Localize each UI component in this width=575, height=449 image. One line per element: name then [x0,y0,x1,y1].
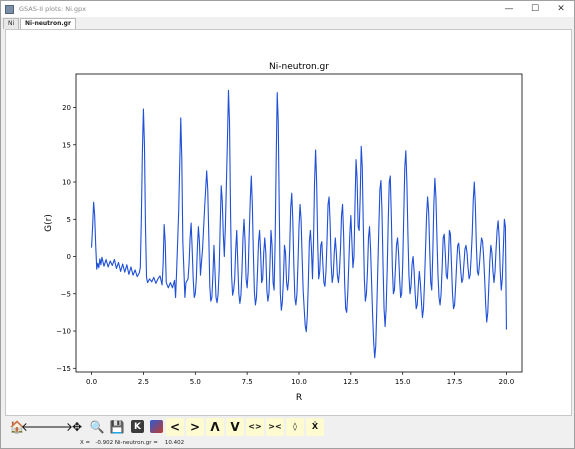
tab-ni-neutron-gr[interactable]: Ni-neutron.gr [20,18,76,29]
expand-x-icon[interactable]: <> [246,417,264,436]
tab-bar: Ni Ni-neutron.gr [1,17,574,29]
close-button[interactable]: ✕ [548,1,574,17]
contract-x-icon[interactable]: >< [266,417,284,436]
contract-y-icon[interactable]: X̂ [306,417,324,436]
window-controls: — ☐ ✕ [496,1,574,17]
x-axis-label: R [296,393,302,403]
shift-up-icon[interactable]: Λ [206,417,224,436]
y-tick-label: 15 [62,141,71,149]
shift-down-icon[interactable]: V [226,417,244,436]
status-bar: X = -0.902 Ni-neutron.gr = 10.402 [80,440,185,446]
title-bar: GSAS-II plots: Ni.gpx — ☐ ✕ [1,1,574,17]
gr-line-chart[interactable]: Ni-neutron.gr R G(r) 0.0 2.5 5.0 7.5 10.0 12.5 15… [6,30,571,415]
y-tick-label: 5 [67,216,71,224]
y-tick-label: 20 [62,104,71,112]
shift-right-icon[interactable]: > [186,417,204,436]
y-tick-label: 0 [67,253,71,261]
expand-y-icon[interactable]: ◊ [286,417,304,436]
x-tick-label: 15.0 [395,378,411,386]
image-icon[interactable] [150,420,163,433]
x-tick-label: 7.5 [242,378,253,386]
x-tick-label: 20.0 [499,378,515,386]
minimize-button[interactable]: — [496,1,522,17]
y-tick-label: −10 [56,328,71,336]
window-title: GSAS-II plots: Ni.gpx [19,5,87,13]
pan-icon[interactable]: ✥ [68,418,86,436]
save-icon[interactable]: 💾 [108,418,126,436]
x-tick-label: 5.0 [190,378,201,386]
y-tick-label: 10 [62,179,71,187]
plot-canvas[interactable]: Ni-neutron.gr R G(r) 0.0 2.5 5.0 7.5 10.0 12.5 15… [5,29,572,416]
chart-title: Ni-neutron.gr [269,62,329,72]
k-icon[interactable]: K [131,420,144,433]
x-tick-label: 10.0 [291,378,307,386]
x-tick-label: 12.5 [343,378,359,386]
forward-arrow-icon[interactable]: 🡒 [41,418,73,436]
x-tick-label: 2.5 [138,378,149,386]
shift-left-icon[interactable]: < [166,417,184,436]
y-tick-label: −5 [61,290,71,298]
plot-window: GSAS-II plots: Ni.gpx — ☐ ✕ Ni Ni-neutro… [0,0,575,449]
x-tick-label: 0.0 [86,378,97,386]
zoom-icon[interactable]: 🔍 [88,418,106,436]
tab-ni[interactable]: Ni [3,18,20,29]
y-axis-label: G(r) [44,214,54,232]
maximize-button[interactable]: ☐ [522,1,548,17]
x-tick-label: 17.5 [447,378,463,386]
y-tick-label: −15 [56,365,71,373]
app-icon [5,4,14,14]
plot-toolbar: 🏠 🡐 🡒 ✥ 🔍 💾 K < > Λ V <> >< ◊ X̂ [5,416,572,437]
